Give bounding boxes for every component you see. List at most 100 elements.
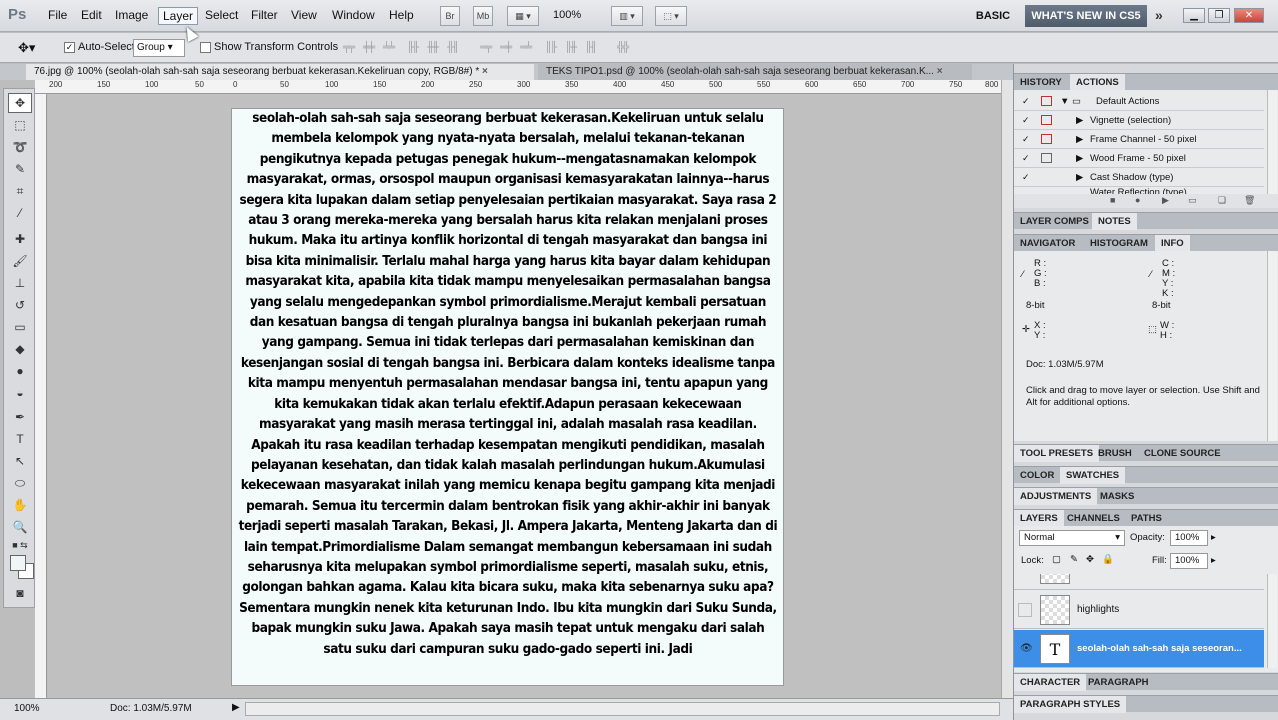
lock-transparent-icon[interactable]: ▢ bbox=[1052, 554, 1061, 565]
expand-triangle-icon[interactable]: ▼ ▭ bbox=[1060, 96, 1081, 107]
tab-tool-presets[interactable]: TOOL PRESETS bbox=[1014, 445, 1100, 462]
menu-select[interactable]: Select bbox=[201, 7, 242, 23]
tab-swatches[interactable]: SWATCHES bbox=[1060, 467, 1126, 484]
action-check-icon[interactable]: ✓ bbox=[1022, 153, 1030, 164]
action-row[interactable]: ✓ ▶ Cast Shadow (type) bbox=[1014, 168, 1264, 187]
workspace-basic[interactable]: BASIC bbox=[965, 6, 1021, 26]
minimize-icon[interactable]: ▁ bbox=[1183, 8, 1205, 23]
ellipse-tool-icon[interactable]: ⬭ bbox=[8, 473, 32, 493]
actions-scrollbar[interactable] bbox=[1267, 90, 1277, 194]
eye-icon[interactable]: 👁 bbox=[1020, 643, 1033, 654]
tab-actions[interactable]: ACTIONS bbox=[1070, 74, 1125, 91]
eyedropper-tool-icon[interactable]: ⁄ bbox=[8, 203, 32, 223]
document-text-layer[interactable]: seolah-olah sah-sah saja seseorang berbu… bbox=[233, 109, 783, 660]
distribute-top-icon[interactable]: ═╤ bbox=[480, 42, 494, 54]
dialog-toggle-icon[interactable] bbox=[1041, 134, 1052, 144]
align-top-icon[interactable]: ╤╤ bbox=[343, 42, 357, 54]
dialog-toggle-icon[interactable] bbox=[1041, 115, 1052, 125]
expand-triangle-icon[interactable]: ▶ bbox=[1076, 172, 1083, 183]
menu-file[interactable]: File bbox=[44, 7, 71, 23]
layer-row-highlights[interactable]: highlights bbox=[1014, 591, 1264, 629]
tab-notes[interactable]: NOTES bbox=[1092, 213, 1137, 230]
dialog-toggle-icon[interactable] bbox=[1041, 153, 1052, 163]
history-brush-tool-icon[interactable]: ↺ bbox=[8, 295, 32, 315]
tab-paths[interactable]: PATHS bbox=[1125, 510, 1168, 527]
blur-tool-icon[interactable]: ● bbox=[8, 361, 32, 381]
action-check-icon[interactable]: ✓ bbox=[1022, 134, 1030, 145]
zoom-tool-icon[interactable]: 🔍 bbox=[8, 517, 32, 537]
path-selection-tool-icon[interactable]: ↖ bbox=[8, 451, 32, 471]
blend-mode-dropdown[interactable]: Normal ▾ bbox=[1019, 530, 1125, 546]
delete-action-icon[interactable]: 🗑 bbox=[1244, 195, 1255, 206]
show-transform-checkbox[interactable] bbox=[200, 42, 211, 53]
tab-masks[interactable]: MASKS bbox=[1094, 488, 1140, 505]
swap-colors-icon[interactable]: ■ ⇆ bbox=[8, 535, 32, 555]
auto-select-dropdown[interactable]: Group ▾ bbox=[133, 39, 185, 57]
tab-adjustments[interactable]: ADJUSTMENTS bbox=[1014, 488, 1098, 505]
canvas-area[interactable]: seolah-olah sah-sah saja seseorang berbu… bbox=[48, 94, 1001, 698]
tab-color[interactable]: COLOR bbox=[1014, 467, 1060, 484]
action-row[interactable]: ✓ ▶ Frame Channel - 50 pixel bbox=[1014, 130, 1264, 149]
canvas-horizontal-scrollbar[interactable] bbox=[245, 702, 1000, 716]
distribute-vcenter-icon[interactable]: ═╪ bbox=[500, 42, 514, 54]
dodge-tool-icon[interactable]: ◒ bbox=[8, 383, 32, 403]
distribute-left-icon[interactable]: ║╟ bbox=[545, 42, 559, 54]
action-check-icon[interactable]: ✓ bbox=[1022, 172, 1030, 183]
zoom-level[interactable]: 100% bbox=[553, 9, 581, 21]
tab-layer-comps[interactable]: LAYER COMPS bbox=[1014, 213, 1095, 230]
status-zoom[interactable]: 100% bbox=[14, 703, 40, 714]
distribute-bottom-icon[interactable]: ═╧ bbox=[520, 42, 534, 54]
action-row[interactable]: ✓ ▶ Wood Frame - 50 pixel bbox=[1014, 149, 1264, 168]
menu-edit[interactable]: Edit bbox=[77, 7, 106, 23]
document-canvas[interactable]: seolah-olah sah-sah saja seseorang berbu… bbox=[231, 108, 784, 686]
tab-layers[interactable]: LAYERS bbox=[1014, 510, 1064, 527]
align-hcenter-icon[interactable]: ╫╫ bbox=[427, 42, 441, 54]
pen-tool-icon[interactable]: ✒ bbox=[8, 407, 32, 427]
crop-tool-icon[interactable]: ⌗ bbox=[8, 181, 32, 201]
status-menu-arrow-icon[interactable]: ▶ bbox=[232, 702, 240, 713]
visibility-toggle[interactable] bbox=[1018, 603, 1032, 617]
tab-character[interactable]: CHARACTER bbox=[1014, 674, 1087, 691]
hand-tool-icon[interactable]: ✋ bbox=[8, 495, 32, 515]
paint-bucket-tool-icon[interactable]: ◆ bbox=[8, 339, 32, 359]
canvas-vertical-scrollbar[interactable] bbox=[1001, 80, 1013, 698]
menu-filter[interactable]: Filter bbox=[247, 7, 282, 23]
align-vcenter-icon[interactable]: ╪╪ bbox=[363, 42, 377, 54]
healing-brush-tool-icon[interactable]: ✚ bbox=[8, 229, 32, 249]
new-set-icon[interactable]: ▭ bbox=[1188, 195, 1197, 206]
quick-select-tool-icon[interactable]: ✎ bbox=[8, 159, 32, 179]
expand-triangle-icon[interactable]: ▶ bbox=[1076, 115, 1083, 126]
menu-view[interactable]: View bbox=[287, 7, 321, 23]
tab-navigator[interactable]: NAVIGATOR bbox=[1014, 235, 1081, 252]
workspace-whats-new[interactable]: WHAT'S NEW IN CS5 bbox=[1025, 5, 1147, 27]
close-icon[interactable]: ✕ bbox=[1234, 8, 1264, 23]
stop-icon[interactable]: ■ bbox=[1110, 195, 1115, 205]
brush-tool-icon[interactable]: 🖌 bbox=[8, 251, 32, 271]
menu-help[interactable]: Help bbox=[385, 7, 418, 23]
distribute-right-icon[interactable]: ║╢ bbox=[585, 42, 599, 54]
quick-mask-icon[interactable]: ◙ bbox=[8, 583, 32, 603]
info-scrollbar[interactable] bbox=[1267, 251, 1277, 441]
record-icon[interactable]: ● bbox=[1135, 195, 1140, 205]
layer-name[interactable]: seolah-olah sah-sah saja seseoran... bbox=[1077, 643, 1242, 654]
tab-clone-source[interactable]: CLONE SOURCE bbox=[1138, 445, 1227, 462]
auto-align-icon[interactable]: ╬╬ bbox=[617, 42, 631, 54]
tab-channels[interactable]: CHANNELS bbox=[1061, 510, 1126, 527]
type-tool-icon[interactable]: T bbox=[8, 429, 32, 449]
bridge-button[interactable]: Br bbox=[440, 6, 460, 26]
align-left-icon[interactable]: ╟╟ bbox=[407, 42, 421, 54]
menu-image[interactable]: Image bbox=[111, 7, 152, 23]
layers-scrollbar[interactable] bbox=[1267, 574, 1277, 668]
menu-layer[interactable]: Layer bbox=[158, 7, 199, 25]
opacity-input[interactable]: 100% bbox=[1170, 530, 1208, 546]
lock-position-icon[interactable]: ✥ bbox=[1086, 554, 1094, 565]
arrange-documents-icon[interactable]: ▥ ▾ bbox=[611, 6, 643, 26]
tab-paragraph-styles[interactable]: PARAGRAPH STYLES bbox=[1014, 696, 1127, 713]
tab-document-76[interactable]: 76.jpg @ 100% (seolah-olah sah-sah saja … bbox=[26, 64, 534, 80]
lock-all-icon[interactable]: 🔒 bbox=[1102, 554, 1114, 565]
tab-document-teks-tipo1[interactable]: TEKS TIPO1.psd @ 100% (seolah-olah sah-s… bbox=[538, 64, 972, 80]
layer-row[interactable] bbox=[1014, 574, 1264, 590]
tab-info[interactable]: INFO bbox=[1155, 235, 1190, 252]
tab-histogram[interactable]: HISTOGRAM bbox=[1084, 235, 1154, 252]
restore-icon[interactable]: ❐ bbox=[1208, 8, 1230, 23]
